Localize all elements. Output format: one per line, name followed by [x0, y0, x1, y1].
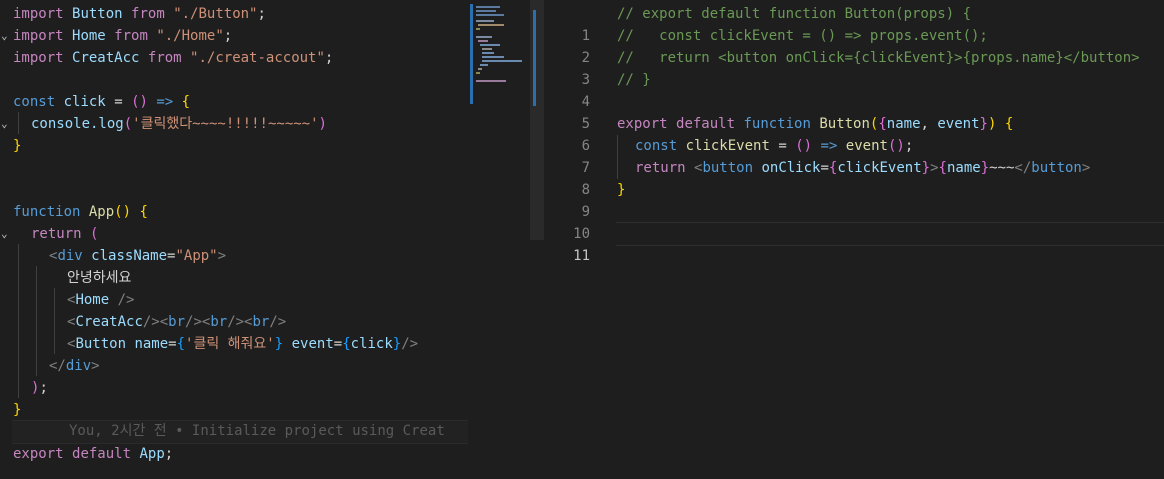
code-line: 안녕하세요: [67, 270, 132, 286]
code-line: return (: [31, 226, 99, 242]
line-number-active: 11: [573, 248, 590, 264]
code-line: 9 }: [544, 179, 1164, 220]
minimap[interactable]: [468, 0, 530, 479]
code-line: ⌄ function App() {: [0, 201, 468, 240]
code-line: );: [31, 380, 48, 396]
scrollbar[interactable]: [530, 0, 544, 479]
code-line: }: [13, 402, 22, 418]
code-line: 11: [544, 223, 1164, 264]
code-line: }: [13, 138, 22, 154]
code-line: <Button name={'클릭 해줘요'} event={click}/>: [67, 336, 419, 352]
code-line: 3 // return <button onClick={clickEvent}…: [544, 47, 1164, 88]
code-line: export default App;: [13, 446, 174, 462]
git-blame-line: You, 2시간 전 • Initialize project using Cr…: [12, 420, 468, 444]
code-line: <CreatAcc/><br/><br/><br/>: [67, 314, 287, 330]
code-line: </div>: [49, 358, 100, 374]
code-line: 8 return <button onClick={clickEvent}>{n…: [544, 157, 1164, 198]
scroll-marker: [533, 10, 536, 106]
left-editor[interactable]: ⌄ import Button from "./Button"; import …: [0, 0, 468, 479]
code-line: import CreatAcc from "./creat-accout";: [13, 50, 334, 66]
code-line: import Home from "./Home";: [13, 28, 233, 44]
code-line: <div className="App">: [49, 248, 227, 264]
code-line: ⌄ import Button from "./Button";: [0, 3, 468, 42]
code-line: ⌄ const click = () => {: [0, 91, 468, 130]
code-line: <Home />: [67, 292, 135, 308]
code-line: 10: [544, 201, 1164, 242]
code-line: 6 export default function Button({name, …: [544, 113, 1164, 154]
code-line: 7 const clickEvent = () => event();: [544, 135, 1164, 176]
code-line: 4 // }: [544, 69, 1164, 110]
code-line: 1 // export default function Button(prop…: [544, 3, 1164, 44]
code-line: 5: [544, 91, 1164, 132]
code-line: console.log('클릭했다~~~~!!!!!~~~~~'): [31, 116, 327, 132]
code-line: 2 // const clickEvent = () => props.even…: [544, 25, 1164, 66]
git-blame-text: You, 2시간 전 • Initialize project using Cr…: [69, 423, 445, 439]
right-editor[interactable]: 1 // export default function Button(prop…: [544, 0, 1164, 479]
